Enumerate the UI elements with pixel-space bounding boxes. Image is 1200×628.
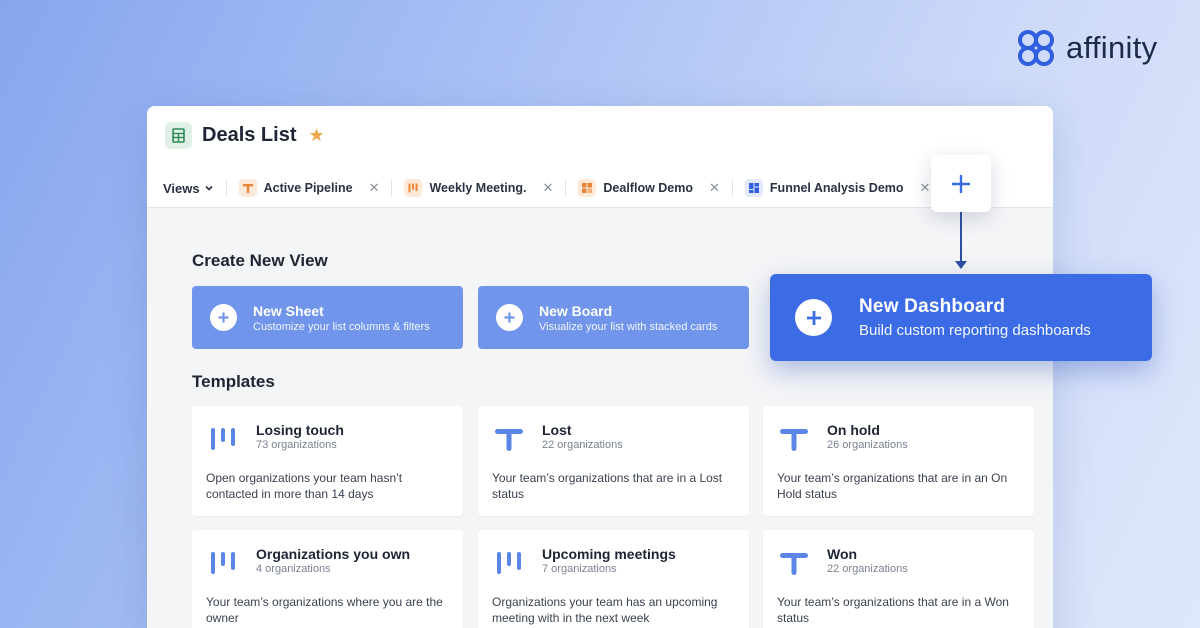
create-view-heading: Create New View [192,251,328,270]
new-board-button[interactable]: New Board Visualize your list with stack… [478,286,749,349]
template-count: 4 organizations [256,563,331,575]
template-card[interactable]: Won 22 organizations Your team’s organiz… [763,530,1034,628]
template-name: On hold [827,422,880,438]
template-name: Organizations you own [256,546,411,562]
plus-icon [952,174,970,193]
template-card[interactable]: On hold 26 organizations Your team’s org… [763,406,1034,516]
template-description: Your team’s organizations that are in a … [492,471,723,501]
sheet-icon [780,553,808,575]
template-description: Your team’s organizations that are in a … [777,595,1009,625]
plus-icon [210,304,237,331]
template-card[interactable]: Organizations you own 4 organizations Yo… [192,530,463,628]
plus-icon [496,304,523,331]
sheet-icon [495,429,523,451]
template-card[interactable]: Lost 22 organizations Your team’s organi… [478,406,749,516]
pipeline-icon [238,179,257,197]
new-sheet-button[interactable]: New Sheet Customize your list columns & … [192,286,463,349]
page-title: Deals List [202,124,297,146]
affinity-logo-icon [1018,30,1054,66]
template-count: 22 organizations [827,563,908,575]
close-icon[interactable]: ✕ [920,180,931,196]
template-name: Won [827,546,858,562]
template-count: 73 organizations [256,439,337,451]
template-description: Open organizations your team hasn’t cont… [206,471,403,501]
template-description: Your team’s organizations that are in an… [777,471,1008,501]
card-title: New Sheet [253,302,324,319]
template-count: 26 organizations [827,439,908,451]
add-view-button[interactable] [931,155,991,212]
grid-icon [578,179,597,197]
card-title: New Dashboard [859,296,1006,317]
plus-icon [795,299,832,336]
new-dashboard-button[interactable]: New Dashboard Build custom reporting das… [770,274,1152,361]
card-subtitle: Customize your list columns & filters [253,320,430,333]
tab-label: Funnel Analysis Demo [769,181,904,195]
close-icon[interactable]: ✕ [369,180,380,196]
dashboard-icon [744,179,763,197]
card-title: New Board [539,302,613,319]
template-name: Lost [542,422,572,438]
tab-label: Weekly Meeting. [429,181,527,195]
sheet-icon [780,429,808,451]
templates-heading: Templates [192,372,275,391]
board-icon [211,552,235,574]
template-description: Organizations your team has an upcoming … [492,595,718,625]
close-icon[interactable]: ✕ [709,180,720,196]
affinity-logo: affinity [1016,28,1157,68]
board-icon [404,179,423,197]
tab-dealflow-demo[interactable]: Dealflow Demo ✕ [578,179,720,197]
template-name: Losing touch [256,422,344,438]
tab-label: Active Pipeline [263,181,353,195]
template-description: Your team’s organizations where you are … [206,595,443,625]
callout-connector [960,212,962,264]
chevron-down-icon [205,185,213,191]
template-count: 22 organizations [542,439,623,451]
star-icon[interactable]: ★ [308,125,324,146]
card-subtitle: Visualize your list with stacked cards [539,320,718,333]
tab-weekly-meeting[interactable]: Weekly Meeting. ✕ [404,179,553,197]
board-icon [211,428,235,450]
template-card[interactable]: Losing touch 73 organizations Open organ… [192,406,463,516]
template-card[interactable]: Upcoming meetings 7 organizations Organi… [478,530,749,628]
tab-label: Dealflow Demo [603,181,694,195]
app-window: Deals List ★ Views Active Pipeline ✕ Wee… [147,106,1053,628]
brand-name: affinity [1066,30,1158,65]
views-bar: Views Active Pipeline ✕ Weekly Meeting. … [163,178,930,198]
close-icon[interactable]: ✕ [543,180,554,196]
list-header: Deals List ★ Views Active Pipeline ✕ Wee… [147,106,1053,208]
tab-active-pipeline[interactable]: Active Pipeline ✕ [238,179,380,197]
card-subtitle: Build custom reporting dashboards [859,322,1091,339]
tab-funnel-analysis-demo[interactable]: Funnel Analysis Demo ✕ [744,179,931,197]
table-icon [165,122,192,149]
arrow-down-icon [955,261,967,269]
template-name: Upcoming meetings [542,546,676,562]
views-dropdown[interactable]: Views [163,181,214,196]
template-count: 7 organizations [542,563,617,575]
views-label: Views [163,180,200,196]
board-icon [497,552,521,574]
